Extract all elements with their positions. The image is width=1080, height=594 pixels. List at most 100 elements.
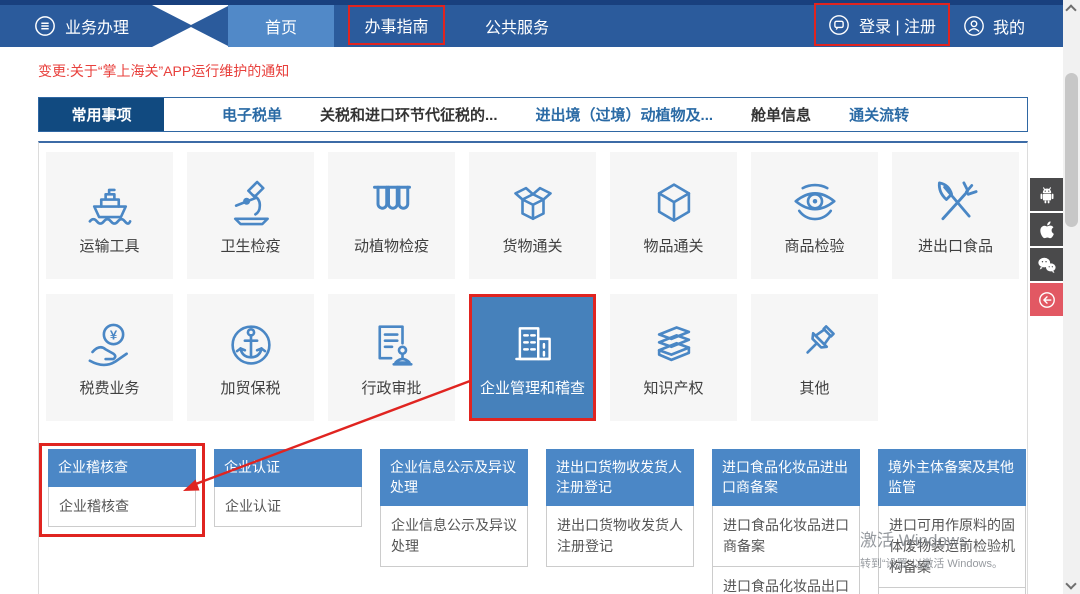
tile-label: 企业管理和稽查 xyxy=(480,377,585,398)
my-account-label: 我的 xyxy=(993,14,1025,38)
tile-label: 进出口食品 xyxy=(918,235,993,256)
doc-stamp-icon xyxy=(364,317,420,373)
column-header[interactable]: 进口食品化妆品进出口商备案 xyxy=(712,449,860,506)
login-register-button[interactable]: 登录 | 注册 xyxy=(814,3,950,46)
tab-guide-label: 办事指南 xyxy=(364,13,428,37)
microscope-icon xyxy=(223,175,279,231)
tile-processing-bonded[interactable]: 加贸保税 xyxy=(187,294,314,421)
column-header[interactable]: 境外主体备案及其他监管 xyxy=(878,449,1026,506)
back-arrow-icon xyxy=(1036,289,1058,311)
category-tab-animal-plant[interactable]: 进出境（过境）动植物及... xyxy=(536,104,714,125)
tab-home[interactable]: 首页 xyxy=(228,5,334,47)
subcategory-columns: 企业稽核查 企业稽核查 企业认证 企业认证 企业信息公示及异议处理 企业信息公示… xyxy=(46,436,1020,594)
tile-label: 加贸保税 xyxy=(220,377,280,398)
tile-import-export-food[interactable]: 进出口食品 xyxy=(892,152,1019,279)
list-item[interactable]: 企业稽核查 xyxy=(48,487,196,527)
column-overseas-entity-filing: 境外主体备案及其他监管 进口可用作原料的固体废物装运前检验机构备案 进口棉花境外… xyxy=(878,449,1026,594)
tile-label: 动植物检疫 xyxy=(354,235,429,256)
list-item[interactable]: 进出口货物收发货人注册登记 xyxy=(546,506,694,567)
tile-tax-business[interactable]: ¥ 税费业务 xyxy=(46,294,173,421)
tile-row-1: 运输工具 卫生检疫 动植物检疫 xyxy=(46,152,1020,279)
category-tab-etax[interactable]: 电子税单 xyxy=(222,104,282,125)
tile-animal-plant-quarantine[interactable]: 动植物检疫 xyxy=(328,152,455,279)
column-food-cosmetics-filing: 进口食品化妆品进出口商备案 进口食品化妆品进口商备案 进口食品化妆品出口商、代理… xyxy=(712,449,860,594)
category-tab-common[interactable]: 常用事项 xyxy=(39,98,164,131)
login-register-label: 登录 | 注册 xyxy=(859,13,936,37)
tile-label: 行政审批 xyxy=(361,377,421,398)
back-button[interactable] xyxy=(1030,283,1063,316)
category-tab-manifest[interactable]: 舱单信息 xyxy=(751,104,811,125)
business-menu[interactable]: 业务办理 xyxy=(34,5,129,47)
tile-label: 卫生检疫 xyxy=(220,235,280,256)
tile-label: 物品通关 xyxy=(643,235,703,256)
column-consignee-registration: 进出口货物收发货人注册登记 进出口货物收发货人注册登记 xyxy=(546,449,694,567)
category-tab-tariff[interactable]: 关税和进口环节代征税的... xyxy=(320,104,498,125)
column-enterprise-audit: 企业稽核查 企业稽核查 xyxy=(48,449,196,527)
side-app-buttons xyxy=(1030,178,1063,318)
pushpin-icon xyxy=(787,317,843,373)
page: 业务办理 首页 办事指南 公共服务 登录 | 注册 我的 变更:关于“掌上海关 xyxy=(0,0,1080,594)
tile-label: 货物通关 xyxy=(502,235,562,256)
apple-app-button[interactable] xyxy=(1030,213,1063,246)
scroll-down-arrow[interactable] xyxy=(1065,578,1076,589)
eye-icon xyxy=(787,175,843,231)
utensils-icon xyxy=(928,175,984,231)
notice-link[interactable]: 变更:关于“掌上海关”APP运行维护的通知 xyxy=(38,61,289,81)
svg-text:¥: ¥ xyxy=(109,327,117,342)
column-header[interactable]: 企业稽核查 xyxy=(48,449,196,487)
column-header[interactable]: 进出口货物收发货人注册登记 xyxy=(546,449,694,506)
tile-label: 其他 xyxy=(799,377,829,398)
open-box-icon xyxy=(505,175,561,231)
tile-administrative-approval[interactable]: 行政审批 xyxy=(328,294,455,421)
cube-icon xyxy=(646,175,702,231)
tile-row-2: ¥ 税费业务 加贸保税 行政审批 xyxy=(46,294,1020,421)
tile-cargo-clearance[interactable]: 货物通关 xyxy=(469,152,596,279)
tile-transport[interactable]: 运输工具 xyxy=(46,152,173,279)
tile-health-quarantine[interactable]: 卫生检疫 xyxy=(187,152,314,279)
list-item[interactable]: 进口食品化妆品进口商备案 xyxy=(712,506,860,567)
content-panel: 运输工具 卫生检疫 动植物检疫 xyxy=(38,141,1028,594)
list-item[interactable]: 进口可用作原料的固体废物装运前检验机构备案 xyxy=(878,506,1026,588)
wechat-app-button[interactable] xyxy=(1030,248,1063,281)
tile-enterprise-management[interactable]: 企业管理和稽查 xyxy=(469,294,596,421)
person-icon xyxy=(963,15,985,37)
tile-label: 商品检验 xyxy=(784,235,844,256)
tile-intellectual-property[interactable]: 知识产权 xyxy=(610,294,737,421)
test-tubes-icon xyxy=(364,175,420,231)
column-header[interactable]: 企业信息公示及异议处理 xyxy=(380,449,528,506)
list-item[interactable]: 进口棉花境外供货企业 xyxy=(878,588,1026,594)
hand-coin-icon: ¥ xyxy=(82,317,138,373)
tile-label: 运输工具 xyxy=(79,235,139,256)
tile-item-clearance[interactable]: 物品通关 xyxy=(610,152,737,279)
android-icon xyxy=(1036,184,1058,206)
column-info-disclosure: 企业信息公示及异议处理 企业信息公示及异议处理 xyxy=(380,449,528,567)
list-item[interactable]: 进口食品化妆品出口商、代理商备案 xyxy=(712,567,860,594)
scrollbar-thumb[interactable] xyxy=(1065,73,1078,227)
tab-guide[interactable]: 办事指南 xyxy=(348,5,445,45)
list-item[interactable]: 企业信息公示及异议处理 xyxy=(380,506,528,567)
tile-label: 税费业务 xyxy=(79,377,139,398)
apple-icon xyxy=(1036,219,1058,241)
tab-public-service[interactable]: 公共服务 xyxy=(462,5,572,47)
scroll-up-arrow[interactable] xyxy=(1065,4,1076,15)
tab-home-label: 首页 xyxy=(265,14,297,38)
tab-public-service-label: 公共服务 xyxy=(485,14,549,38)
top-navigation-bar: 业务办理 首页 办事指南 公共服务 登录 | 注册 我的 xyxy=(0,0,1063,47)
category-tab-clearance-flow[interactable]: 通关流转 xyxy=(849,104,909,125)
list-item[interactable]: 企业认证 xyxy=(214,487,362,527)
my-account-button[interactable]: 我的 xyxy=(963,5,1025,47)
chat-bubble-icon xyxy=(828,14,850,36)
android-app-button[interactable] xyxy=(1030,178,1063,211)
vertical-scrollbar[interactable] xyxy=(1063,0,1080,594)
business-menu-label: 业务办理 xyxy=(65,14,129,38)
column-header[interactable]: 企业认证 xyxy=(214,449,362,487)
hamburger-menu-icon xyxy=(34,15,56,37)
column-enterprise-certification: 企业认证 企业认证 xyxy=(214,449,362,527)
tile-other[interactable]: 其他 xyxy=(751,294,878,421)
tile-commodity-inspection[interactable]: 商品检验 xyxy=(751,152,878,279)
wechat-icon xyxy=(1036,254,1058,276)
buildings-icon xyxy=(505,317,561,373)
bowtie-decoration xyxy=(152,5,230,47)
anchor-icon xyxy=(223,317,279,373)
books-icon xyxy=(646,317,702,373)
